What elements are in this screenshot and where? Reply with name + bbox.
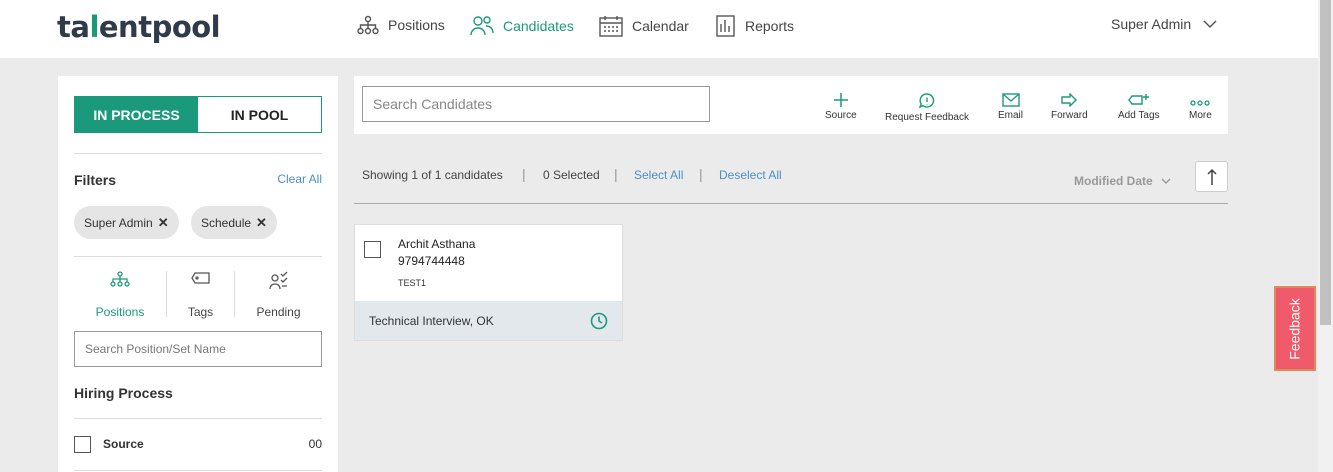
add-tag-icon — [1127, 94, 1149, 105]
separator: | — [614, 166, 618, 182]
stage-count: 00 — [308, 437, 322, 451]
request-feedback-label: Request Feedback — [885, 112, 969, 123]
email-icon — [1001, 93, 1020, 107]
more-label: More — [1189, 110, 1212, 121]
email-button[interactable]: Email — [998, 93, 1023, 121]
talentpool-logo[interactable]: talentpool — [57, 10, 221, 44]
stage-row-source: Source 00 — [74, 434, 322, 454]
tab-tags[interactable]: Tags — [167, 271, 234, 319]
feedback-request-icon — [918, 93, 935, 109]
top-header: talentpool Positions Candidates Calendar… — [0, 0, 1318, 58]
close-icon[interactable]: ✕ — [158, 215, 169, 231]
scrollbar-thumb[interactable] — [1320, 0, 1331, 325]
request-feedback-button[interactable]: Request Feedback — [885, 93, 969, 123]
nav-candidates[interactable]: Candidates — [470, 15, 574, 37]
stage-text: Technical Interview, OK — [369, 313, 494, 328]
more-icon — [1190, 100, 1211, 106]
divider — [74, 256, 322, 257]
nav-label: Positions — [388, 17, 445, 33]
source-checkbox[interactable] — [74, 435, 91, 453]
tag-icon — [190, 272, 210, 284]
selected-count: 0 Selected — [543, 168, 600, 182]
tab-positions[interactable]: Positions — [74, 271, 166, 319]
candidate-phone: 9794744448 — [398, 254, 465, 268]
chip-label: Super Admin — [84, 215, 153, 230]
candidate-toolbar: Search Candidates Source Request Feedbac… — [354, 76, 1228, 134]
arrow-up-icon — [1206, 168, 1217, 185]
page-scrollbar[interactable] — [1318, 0, 1333, 472]
tab-pending[interactable]: Pending — [235, 271, 322, 319]
candidate-name[interactable]: Archit Asthana — [398, 237, 475, 251]
candidate-checkbox[interactable] — [364, 241, 381, 258]
nav-calendar[interactable]: Calendar — [599, 15, 689, 37]
pending-icon — [268, 271, 287, 290]
nav-label: Reports — [745, 18, 795, 34]
search-position-input[interactable]: Search Position/Set Name — [74, 331, 322, 367]
candidate-tag: TEST1 — [398, 278, 427, 288]
showing-count: Showing 1 of 1 candidates — [362, 168, 503, 182]
separator: | — [522, 166, 526, 182]
process-pool-toggle: IN PROCESS IN POOL — [74, 96, 322, 133]
feedback-label: Feedback — [1287, 297, 1304, 360]
in-pool-tab[interactable]: IN POOL — [198, 97, 321, 132]
divider — [74, 418, 322, 419]
candidate-stage: Technical Interview, OK — [355, 301, 622, 340]
report-icon — [716, 15, 735, 37]
separator: | — [699, 166, 703, 182]
plus-icon — [833, 93, 848, 107]
filter-chip-schedule: Schedule ✕ — [191, 206, 277, 239]
feedback-tab[interactable]: Feedback — [1274, 286, 1316, 371]
hierarchy-icon — [110, 271, 130, 287]
add-tags-button[interactable]: Add Tags — [1118, 93, 1160, 121]
calendar-icon — [599, 16, 623, 37]
clock-icon[interactable] — [590, 312, 608, 330]
more-button[interactable]: More — [1189, 93, 1212, 121]
divider — [74, 470, 322, 471]
sort-order-button[interactable] — [1195, 161, 1228, 192]
tab-label: Positions — [95, 305, 145, 319]
forward-label: Forward — [1051, 110, 1088, 121]
user-name: Super Admin — [1111, 16, 1192, 32]
nav-label: Candidates — [503, 18, 574, 34]
deselect-all-link[interactable]: Deselect All — [719, 168, 782, 182]
in-process-tab[interactable]: IN PROCESS — [75, 97, 198, 132]
stage-label: Source — [103, 437, 144, 451]
select-all-link[interactable]: Select All — [634, 168, 683, 182]
email-label: Email — [998, 110, 1024, 121]
tab-label: Pending — [256, 305, 301, 319]
user-menu[interactable]: Super Admin — [1111, 16, 1217, 32]
divider — [74, 153, 322, 154]
forward-icon — [1061, 93, 1078, 107]
filter-chip-super-admin: Super Admin ✕ — [74, 206, 179, 239]
sort-dropdown[interactable]: Modified Date — [1074, 174, 1171, 188]
results-divider — [354, 203, 1228, 204]
people-icon — [470, 16, 494, 36]
hierarchy-icon — [357, 15, 379, 35]
filter-sidebar: IN PROCESS IN POOL Filters Clear All Sup… — [58, 76, 338, 472]
clear-all-link[interactable]: Clear All — [277, 172, 322, 186]
filter-tabs: Positions Tags Pending — [74, 271, 322, 319]
sort-label: Modified Date — [1074, 174, 1153, 188]
chip-label: Schedule — [201, 215, 252, 230]
filters-title: Filters — [74, 172, 117, 188]
hiring-process-title: Hiring Process — [74, 385, 173, 401]
chevron-down-icon — [1161, 178, 1171, 184]
search-candidates-input[interactable]: Search Candidates — [362, 86, 710, 122]
nav-positions[interactable]: Positions — [357, 15, 445, 35]
chevron-down-icon — [1203, 19, 1217, 28]
candidate-card[interactable]: Archit Asthana 9794744448 TEST1 Technica… — [354, 224, 623, 341]
nav-label: Calendar — [632, 18, 689, 34]
close-icon[interactable]: ✕ — [256, 215, 267, 231]
source-label: Source — [825, 110, 857, 121]
forward-button[interactable]: Forward — [1051, 93, 1088, 121]
source-button[interactable]: Source — [825, 93, 857, 121]
tab-label: Tags — [187, 305, 214, 319]
nav-reports[interactable]: Reports — [716, 15, 794, 37]
add-tags-label: Add Tags — [1118, 110, 1160, 121]
